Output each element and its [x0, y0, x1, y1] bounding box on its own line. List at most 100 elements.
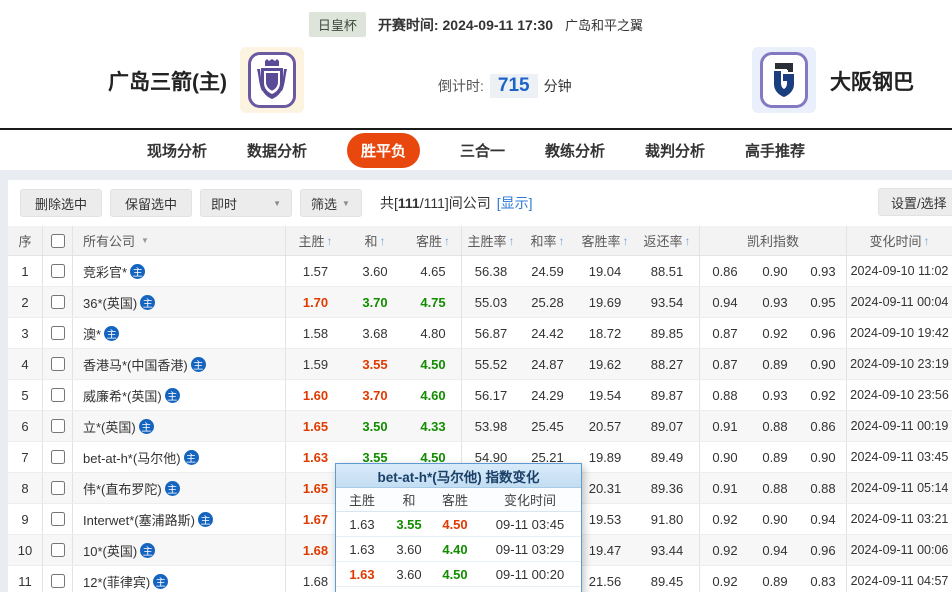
- row-checkbox-cell: [43, 473, 73, 503]
- draw-odds-cell[interactable]: 3.60: [345, 256, 405, 286]
- company-name[interactable]: 36*(英国)主: [73, 287, 286, 317]
- col-header-no[interactable]: 序: [8, 226, 43, 255]
- kelly-away-cell: 0.96: [800, 318, 847, 348]
- row-checkbox[interactable]: [51, 481, 65, 495]
- keep-selected-button[interactable]: 保留选中: [110, 189, 192, 217]
- away-rate-cell: 19.62: [575, 349, 635, 379]
- select-all-checkbox[interactable]: [51, 234, 65, 248]
- company-name[interactable]: 10*(英国)主: [73, 535, 286, 565]
- row-checkbox[interactable]: [51, 357, 65, 371]
- company-name[interactable]: 竞彩官*主: [73, 256, 286, 286]
- row-checkbox[interactable]: [51, 450, 65, 464]
- home-odds-cell[interactable]: 1.58: [286, 318, 345, 348]
- kelly-away-cell: 0.86: [800, 411, 847, 441]
- row-checkbox[interactable]: [51, 512, 65, 526]
- home-rate-cell: 55.03: [462, 287, 520, 317]
- away-odds-cell[interactable]: 4.50: [405, 349, 462, 379]
- company-name[interactable]: 伟*(直布罗陀)主: [73, 473, 286, 503]
- row-checkbox[interactable]: [51, 419, 65, 433]
- home-bookmaker-icon: 主: [198, 512, 213, 527]
- col-header-away-rate[interactable]: 客胜率↑: [575, 226, 635, 255]
- away-odds-cell[interactable]: 4.33: [405, 411, 462, 441]
- col-header-away[interactable]: 客胜↑: [405, 226, 462, 255]
- col-header-draw-rate[interactable]: 和率↑: [520, 226, 575, 255]
- return-rate-cell: 89.85: [635, 318, 700, 348]
- change-time-cell: 2024-09-11 03:21: [847, 504, 952, 534]
- away-rate-cell: 20.57: [575, 411, 635, 441]
- return-rate-cell: 93.54: [635, 287, 700, 317]
- nav-tab[interactable]: 裁判分析: [645, 140, 705, 161]
- kelly-draw-cell: 0.93: [750, 287, 800, 317]
- row-checkbox[interactable]: [51, 574, 65, 588]
- nav-tab[interactable]: 教练分析: [545, 140, 605, 161]
- col-header-draw[interactable]: 和↑: [345, 226, 405, 255]
- popup-draw-odds: 3.60: [388, 542, 430, 557]
- row-checkbox[interactable]: [51, 543, 65, 557]
- table-row: 1竞彩官*主1.573.604.6556.3824.5919.0488.510.…: [8, 256, 952, 287]
- popup-change-time: 09-11 00:20: [480, 567, 580, 582]
- row-checkbox[interactable]: [51, 388, 65, 402]
- away-odds-cell[interactable]: 4.65: [405, 256, 462, 286]
- sort-up-icon: ↑: [509, 234, 515, 248]
- away-odds-cell[interactable]: 4.60: [405, 380, 462, 410]
- nav-tab[interactable]: 三合一: [460, 140, 505, 161]
- company-name[interactable]: Interwet*(塞浦路斯)主: [73, 504, 286, 534]
- row-checkbox[interactable]: [51, 295, 65, 309]
- row-checkbox[interactable]: [51, 326, 65, 340]
- company-count-text: 共[111/111]间公司: [380, 193, 491, 213]
- draw-odds-cell[interactable]: 3.70: [345, 380, 405, 410]
- col-header-kelly[interactable]: 凯利指数: [700, 226, 847, 255]
- countdown-unit: 分钟: [544, 76, 572, 96]
- toolbar: 删除选中 保留选中 即时 ▼ 筛选 ▼ 共[111/111]间公司 [显示] 设…: [8, 180, 952, 226]
- row-checkbox[interactable]: [51, 264, 65, 278]
- nav-tab[interactable]: 胜平负: [347, 133, 420, 168]
- row-index: 5: [8, 380, 43, 410]
- instant-dropdown[interactable]: 即时 ▼: [200, 189, 292, 217]
- away-odds-cell[interactable]: 4.75: [405, 287, 462, 317]
- company-name[interactable]: bet-at-h*(马尔他)主: [73, 442, 286, 472]
- company-name[interactable]: 立*(英国)主: [73, 411, 286, 441]
- home-odds-cell[interactable]: 1.65: [286, 411, 345, 441]
- col-header-home-rate[interactable]: 主胜率↑: [462, 226, 520, 255]
- kelly-away-cell: 0.83: [800, 566, 847, 592]
- filter-dropdown[interactable]: 筛选 ▼: [300, 189, 362, 217]
- sort-up-icon: ↑: [559, 234, 565, 248]
- draw-odds-cell[interactable]: 3.50: [345, 411, 405, 441]
- league-badge: 日皇杯: [309, 12, 366, 37]
- draw-odds-cell[interactable]: 3.70: [345, 287, 405, 317]
- nav-tab[interactable]: 高手推荐: [745, 140, 805, 161]
- home-odds-cell[interactable]: 1.60: [286, 380, 345, 410]
- kickoff-time: 2024-09-11 17:30: [443, 17, 554, 33]
- draw-odds-cell[interactable]: 3.55: [345, 349, 405, 379]
- away-odds-cell[interactable]: 4.80: [405, 318, 462, 348]
- delete-selected-button[interactable]: 删除选中: [20, 189, 102, 217]
- col-header-home[interactable]: 主胜↑: [286, 226, 345, 255]
- sort-up-icon: ↑: [444, 234, 450, 248]
- col-header-company[interactable]: 所有公司▼: [73, 226, 286, 255]
- table-row: 236*(英国)主1.703.704.7555.0325.2819.6993.5…: [8, 287, 952, 318]
- home-odds-cell[interactable]: 1.70: [286, 287, 345, 317]
- draw-odds-cell[interactable]: 3.68: [345, 318, 405, 348]
- company-name[interactable]: 香港马*(中国香港)主: [73, 349, 286, 379]
- company-name[interactable]: 12*(菲律宾)主: [73, 566, 286, 592]
- home-odds-cell[interactable]: 1.59: [286, 349, 345, 379]
- row-index: 3: [8, 318, 43, 348]
- return-rate-cell: 89.45: [635, 566, 700, 592]
- kelly-draw-cell: 0.89: [750, 566, 800, 592]
- kelly-draw-cell: 0.89: [750, 442, 800, 472]
- kelly-away-cell: 0.96: [800, 535, 847, 565]
- company-name[interactable]: 威廉希*(英国)主: [73, 380, 286, 410]
- kelly-draw-cell: 0.89: [750, 349, 800, 379]
- nav-tab[interactable]: 现场分析: [147, 140, 207, 161]
- company-name[interactable]: 澳*主: [73, 318, 286, 348]
- show-link[interactable]: [显示]: [497, 193, 533, 213]
- col-header-return-rate[interactable]: 返还率↑: [635, 226, 700, 255]
- popup-header-row: 主胜 和 客胜 变化时间: [336, 488, 581, 512]
- settings-button[interactable]: 设置/选择: [878, 188, 952, 216]
- kelly-away-cell: 0.90: [800, 349, 847, 379]
- col-header-change-time[interactable]: 变化时间↑: [847, 226, 952, 255]
- home-odds-cell[interactable]: 1.57: [286, 256, 345, 286]
- nav-tab[interactable]: 数据分析: [247, 140, 307, 161]
- home-rate-cell: 56.17: [462, 380, 520, 410]
- popup-away-odds: 4.50: [430, 517, 480, 532]
